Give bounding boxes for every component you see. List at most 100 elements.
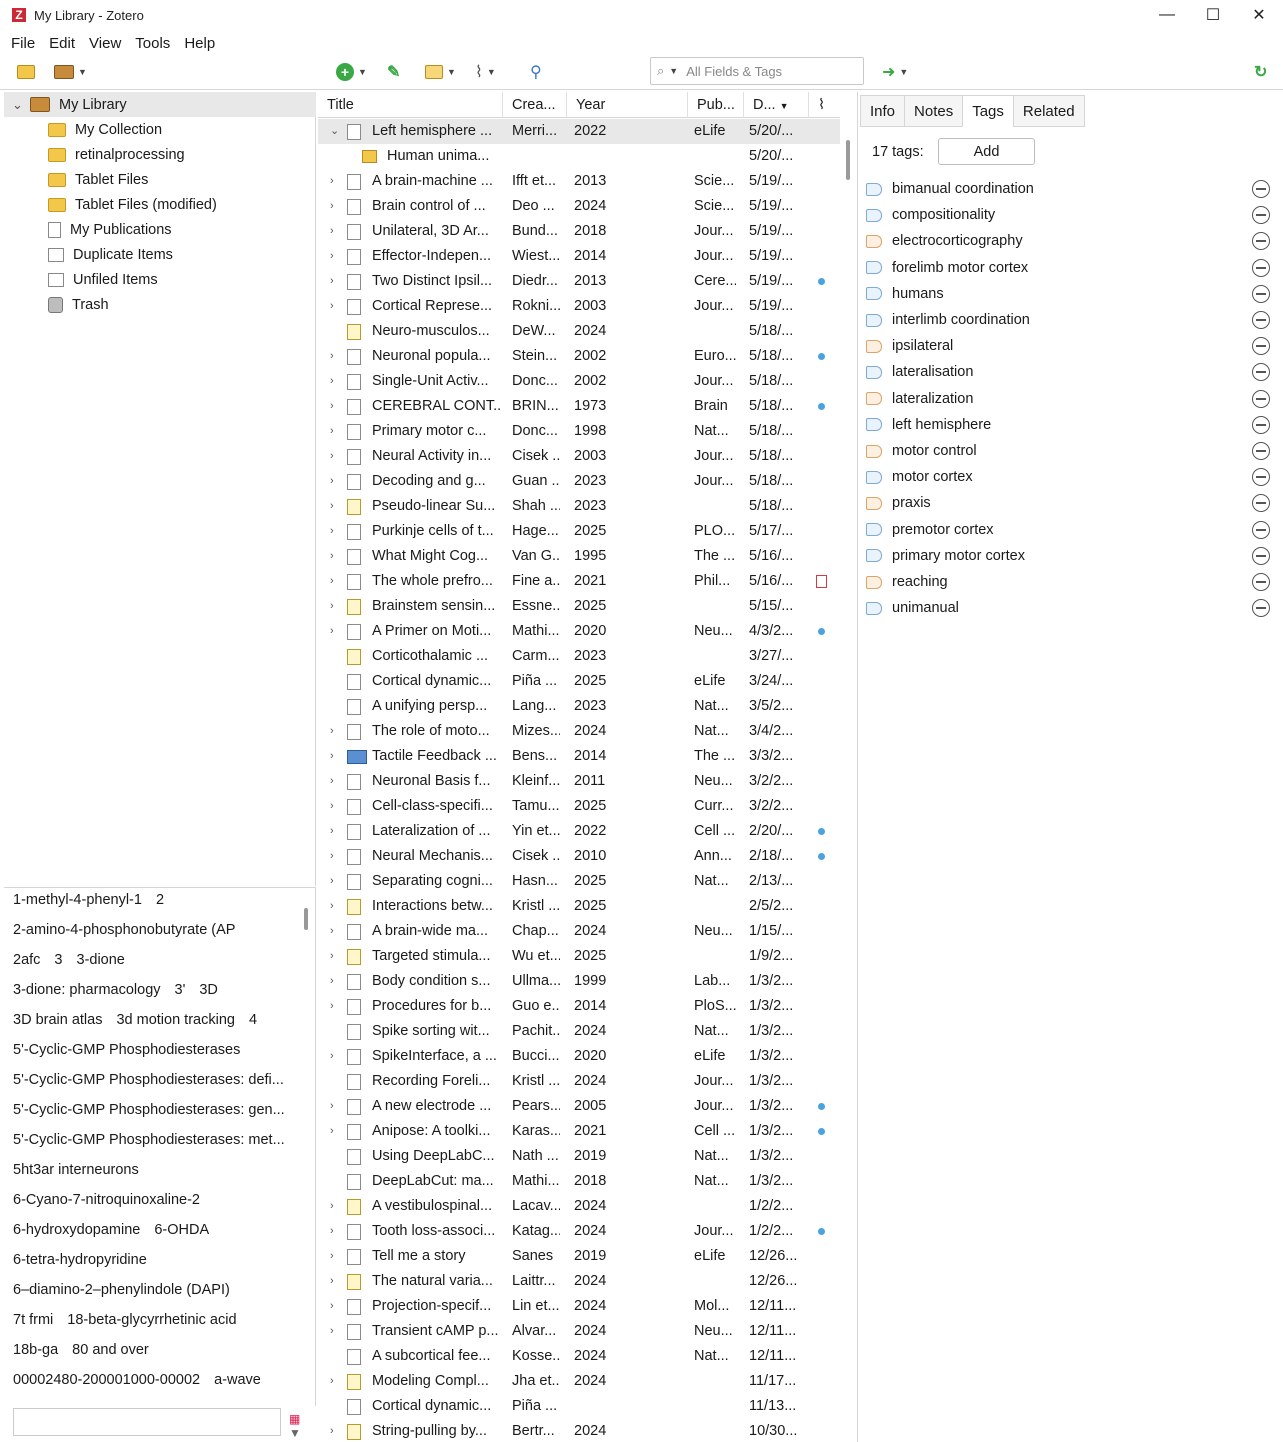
column-title[interactable]: Title [318, 92, 503, 118]
tag-selector-tag[interactable]: 6-Cyano-7-nitroquinoxaline-2 [13, 1192, 200, 1216]
tag-name[interactable]: forelimb motor cortex [892, 260, 1028, 276]
remove-tag-icon[interactable] [1252, 337, 1270, 356]
search-input[interactable] [686, 63, 837, 79]
remove-tag-icon[interactable] [1252, 258, 1270, 277]
table-row[interactable]: › Neuronal popula... Stein... 2002 Euro... 5/… [318, 344, 840, 369]
attachment-dot-icon[interactable] [818, 828, 825, 835]
remove-tag-icon[interactable] [1252, 363, 1270, 382]
table-row[interactable]: Spike sorting wit... Pachit... 2024 Nat... 1… [318, 1019, 840, 1044]
chevron-right-icon[interactable]: › [330, 969, 342, 994]
chevron-right-icon[interactable]: › [330, 494, 342, 519]
tag-name[interactable]: unimanual [892, 600, 959, 616]
tag-name[interactable]: interlimb coordination [892, 312, 1030, 328]
remove-tag-icon[interactable] [1252, 520, 1270, 539]
table-row[interactable]: › Brain control of ... Deo ... 2024 Scie... 5… [318, 194, 840, 219]
table-row[interactable]: › The whole prefro... Fine a... 2021 Phil...… [318, 569, 840, 594]
chevron-right-icon[interactable]: › [330, 1044, 342, 1069]
table-row[interactable]: › Decoding and g... Guan ... 2023 Jour... 5/1… [318, 469, 840, 494]
chevron-right-icon[interactable]: › [330, 544, 342, 569]
table-row[interactable]: › A new electrode ... Pears... 2005 Jour... 1… [318, 1094, 840, 1119]
chevron-right-icon[interactable]: › [330, 169, 342, 194]
chevron-right-icon[interactable]: › [330, 1119, 342, 1144]
chevron-right-icon[interactable]: › [330, 444, 342, 469]
table-row[interactable]: › Interactions betw... Kristl ... 2025 2/5/2… [318, 894, 840, 919]
tag-filter-input[interactable] [13, 1408, 281, 1436]
chevron-right-icon[interactable]: › [330, 919, 342, 944]
tag-selector-tag[interactable]: 5'-Cyclic-GMP Phosphodiesterases: met... [13, 1132, 285, 1156]
menu-file[interactable]: File [0, 35, 42, 52]
tag-selector-tag[interactable]: 18b-ga [13, 1342, 58, 1366]
tag-selector-tag[interactable]: 3d motion tracking [116, 1012, 234, 1036]
chevron-right-icon[interactable]: › [330, 294, 342, 319]
chevron-right-icon[interactable]: › [330, 1294, 342, 1319]
chevron-right-icon[interactable]: › [330, 819, 342, 844]
table-row[interactable]: DeepLabCut: ma... Mathi... 2018 Nat... 1/3/2… [318, 1169, 840, 1194]
attachment-dot-icon[interactable] [818, 403, 825, 410]
table-row[interactable]: › Tell me a story Sanes 2019 eLife 12/26... [318, 1244, 840, 1269]
attachment-dot-icon[interactable] [818, 353, 825, 360]
tag-selector-tag[interactable]: 2 [156, 892, 164, 916]
tag-selector-tag[interactable]: a-wave [214, 1372, 261, 1396]
table-row[interactable]: › Cell-class-specifi... Tamu... 2025 Curr...… [318, 794, 840, 819]
remove-tag-icon[interactable] [1252, 415, 1270, 434]
collection-item[interactable]: Unfiled Items [4, 267, 316, 292]
tag-name[interactable]: compositionality [892, 207, 995, 223]
tag-selector-tag[interactable]: 6-OHDA [154, 1222, 209, 1246]
chevron-right-icon[interactable]: › [330, 894, 342, 919]
table-row[interactable]: › Lateralization of ... Yin et... 2022 Cell … [318, 819, 840, 844]
table-row[interactable]: › Purkinje cells of t... Hage... 2025 PLO...… [318, 519, 840, 544]
tag-name[interactable]: ipsilateral [892, 338, 953, 354]
tag-selector-tag[interactable]: 3D brain atlas [13, 1012, 102, 1036]
attachment-dot-icon[interactable] [818, 1228, 825, 1235]
collection-item[interactable]: My Collection [4, 117, 316, 142]
new-note-button[interactable]: ▼ [425, 61, 456, 83]
chevron-right-icon[interactable]: › [330, 844, 342, 869]
table-row[interactable]: › The natural varia... Laittr... 2024 12/26.… [318, 1269, 840, 1294]
table-row[interactable]: › String-pulling by... Bertr... 2024 10/30..… [318, 1419, 840, 1442]
table-row[interactable]: › A Primer on Moti... Mathi... 2020 Neu... 4/… [318, 619, 840, 644]
attachment-dot-icon[interactable] [818, 1103, 825, 1110]
table-row[interactable]: › Modeling Compl... Jha et... 2024 11/17... [318, 1369, 840, 1394]
tag-selector-tag[interactable]: 1-methyl-4-phenyl-1 [13, 892, 142, 916]
table-row[interactable]: › Tactile Feedback ... Bens... 2014 The ... 3… [318, 744, 840, 769]
remove-tag-icon[interactable] [1252, 232, 1270, 251]
collection-item[interactable]: Duplicate Items [4, 242, 316, 267]
table-row[interactable]: › Primary motor c... Donc... 1998 Nat... 5/18… [318, 419, 840, 444]
add-tag-button[interactable]: Add [938, 138, 1035, 165]
tab-notes[interactable]: Notes [904, 95, 963, 127]
tag-selector-scrollbar[interactable] [304, 908, 308, 930]
search-box[interactable]: ⌕ ▼ [650, 57, 864, 85]
chevron-right-icon[interactable]: › [330, 519, 342, 544]
chevron-right-icon[interactable]: › [330, 419, 342, 444]
table-row[interactable]: Cortical dynamic... Piña ... 11/13... [318, 1394, 840, 1419]
items-scrollbar[interactable] [846, 140, 850, 180]
chevron-right-icon[interactable]: › [330, 869, 342, 894]
tag-selector-tag[interactable]: 6-hydroxydopamine [13, 1222, 140, 1246]
tag-selector-tag[interactable]: 18-beta-glycyrrhetinic acid [67, 1312, 236, 1336]
minimize-button[interactable]: — [1144, 0, 1190, 30]
tag-actions-button[interactable]: ▦ ▼ [289, 1412, 315, 1440]
chevron-right-icon[interactable]: › [330, 469, 342, 494]
tab-tags[interactable]: Tags [962, 95, 1013, 127]
tag-selector-tag[interactable]: 6–diamino-2–phenylindole (DAPI) [13, 1282, 230, 1306]
table-row[interactable]: A unifying persp... Lang... 2023 Nat... 3/5/… [318, 694, 840, 719]
new-item-button[interactable]: + ▼ [336, 61, 367, 83]
chevron-right-icon[interactable]: › [330, 1369, 342, 1394]
pdf-icon[interactable] [816, 575, 827, 588]
table-row[interactable]: › Brainstem sensin... Essne... 2025 5/15/... [318, 594, 840, 619]
chevron-right-icon[interactable]: › [330, 269, 342, 294]
tag-selector-tag[interactable]: 5ht3ar interneurons [13, 1162, 139, 1186]
table-row[interactable]: › Body condition s... Ullma... 1999 Lab... 1/… [318, 969, 840, 994]
tag-selector-tag[interactable]: 5'-Cyclic-GMP Phosphodiesterases: defi..… [13, 1072, 284, 1096]
chevron-right-icon[interactable]: › [330, 594, 342, 619]
tag-name[interactable]: left hemisphere [892, 417, 991, 433]
remove-tag-icon[interactable] [1252, 311, 1270, 329]
table-row[interactable]: › Tooth loss-associ... Katag... 2024 Jour...… [318, 1219, 840, 1244]
sync-button[interactable]: ↻ [1254, 61, 1267, 83]
tag-selector-tag[interactable]: 6-tetra-hydropyridine [13, 1252, 147, 1276]
table-row[interactable]: › Cortical Represe... Rokni... 2003 Jour... 5… [318, 294, 840, 319]
tag-selector-tag[interactable]: 2-amino-4-phosphonobutyrate (AP [13, 922, 235, 946]
tag-name[interactable]: primary motor cortex [892, 548, 1025, 564]
table-row[interactable]: › CEREBRAL CONT... BRIN... 1973 Brain 5/18/..… [318, 394, 840, 419]
table-row[interactable]: › A brain-machine ... Ifft et... 2013 Scie..… [318, 169, 840, 194]
